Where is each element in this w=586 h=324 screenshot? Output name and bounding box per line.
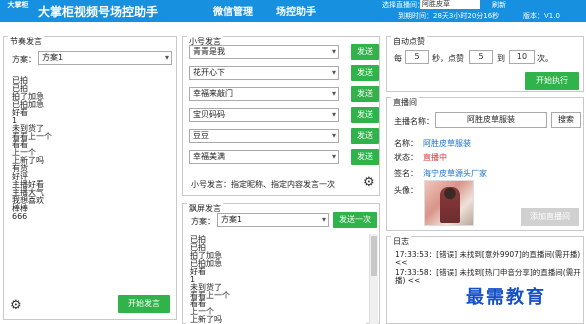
room-name-value: 阿胜皮草服装 [423,139,471,148]
seconds-label: 秒，点赞 [432,54,464,63]
sign-value: 海宁皮草源头厂家 [423,169,487,178]
expire-time: 到期时间：28天3小时20分16秒 [398,12,500,20]
refresh-button[interactable]: 刷新 [492,0,506,10]
app-logo: 大掌柜 [7,1,29,9]
account-select[interactable]: 豆豆 [189,129,339,143]
start-execute-button[interactable]: 开始执行 [525,72,579,90]
account-select[interactable]: 花开心下 [189,66,339,80]
screen-textarea[interactable]: 已拍 已拍 拍了加急 已拍加急 好看 1 未到货了 看看上一个 看看 上一个 上… [186,234,366,324]
anchor-avatar [424,180,474,226]
panel-title: 直播间 [391,97,419,108]
send-button[interactable]: 发送 [351,128,379,144]
name-label: 名称： [394,139,418,148]
max-like-input[interactable]: 10 [509,50,535,64]
gear-icon[interactable]: ⚙ [10,299,23,312]
scrollbar[interactable] [369,234,378,324]
scheme-select[interactable]: 方案1 [38,51,172,65]
room-select-label: 选择直播间： [382,1,424,9]
anchor-label: 主播名称： [394,117,434,126]
room-select[interactable]: 阿胜皮草 [420,0,480,9]
screen-panel: 飘屏发言 方案： 方案1 发送一次 已拍 已拍 拍了加急 已拍加急 好看 1 未… [182,203,380,324]
account-select[interactable]: 幸福美满 [189,150,339,164]
log-line: 17:33:53：[错误] 未找到[意外9907]的直播间(需开播) << [395,250,581,267]
festival-textarea[interactable]: 已拍 已拍 拍了加急 已拍加急 好看 1 未到货了 看看上一个 看看 上一个 上… [8,75,174,275]
add-live-room-button[interactable]: 添加直播间 [521,208,579,226]
to-label: 到 [497,54,505,63]
account-select[interactable]: 青青是我 [189,45,339,59]
send-button[interactable]: 发送 [351,65,379,81]
live-room-panel: 直播间 主播名称： 阿胜皮草服装 搜索 名称： 阿胜皮草服装 状态： 直播中 签… [386,97,584,231]
anchor-input[interactable]: 阿胜皮草服装 [435,112,547,128]
send-once-button[interactable]: 发送一次 [333,212,377,228]
small-account-panel: 小号发言 青青是我发送花开心下发送幸福来敲门发送宝贝码码发送豆豆发送幸福美满发送… [182,36,380,196]
title-bar: 大掌柜 大掌柜视频号场控助手 微信管理 场控助手 选择直播间： 阿胜皮草 刷新 … [0,0,586,22]
watermark: 最需教育 [466,287,546,308]
sign-label: 签名： [394,169,418,178]
status-value: 直播中 [423,153,447,162]
gear-icon[interactable]: ⚙ [363,176,376,189]
send-button[interactable]: 发送 [351,86,379,102]
nav-live-assistant[interactable]: 场控助手 [276,3,316,18]
min-like-input[interactable]: 5 [469,50,493,64]
start-speak-button[interactable]: 开始发言 [118,295,170,313]
panel-title: 节奏发言 [8,36,44,47]
scheme-label: 方案： [191,217,215,226]
small-account-hint: 小号发言：指定昵称、指定内容发言一次 [191,180,335,189]
send-button[interactable]: 发送 [351,149,379,165]
panel-title: 自动点赞 [391,36,427,47]
account-select[interactable]: 幸福来敲门 [189,87,339,101]
times-label: 次。 [537,54,553,63]
festival-panel: 节奏发言 方案： 方案1 已拍 已拍 拍了加急 已拍加急 好看 1 未到货了 看… [3,36,177,320]
version-label: 版本：V1.0 [523,12,560,20]
scheme-select[interactable]: 方案1 [217,213,329,227]
interval-input[interactable]: 5 [405,50,429,64]
app-title: 大掌柜视频号场控助手 [38,5,159,19]
search-button[interactable]: 搜索 [551,112,581,128]
scheme-label: 方案： [12,55,36,64]
log-panel: 日志 17:33:53：[错误] 未找到[意外9907]的直播间(需开播) <<… [386,236,584,324]
panel-title: 日志 [391,236,411,247]
every-label: 每 [394,54,402,63]
avatar-label: 头像： [394,186,418,195]
send-button[interactable]: 发送 [351,107,379,123]
auto-like-panel: 自动点赞 每 5 秒，点赞 5 到 10 次。 开始执行 [386,36,584,92]
nav-wechat-manage[interactable]: 微信管理 [213,3,253,18]
account-select[interactable]: 宝贝码码 [189,108,339,122]
send-button[interactable]: 发送 [351,44,379,60]
status-label: 状态： [394,153,418,162]
